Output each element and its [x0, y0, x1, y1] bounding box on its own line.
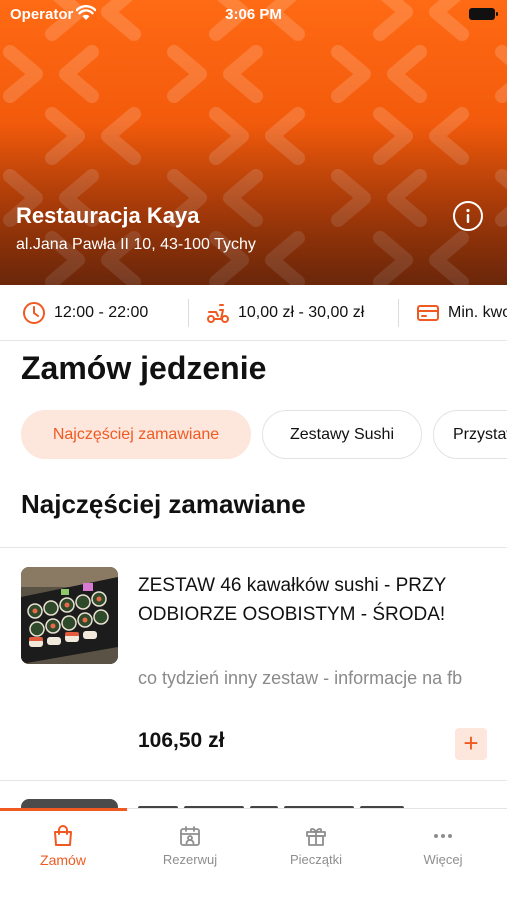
clock-icon	[23, 302, 45, 324]
shopping-bag-icon	[54, 825, 72, 846]
restaurant-header: Operator 3:06 PM Restauracja Kaya al.Jan…	[0, 0, 507, 285]
battery-icon	[469, 8, 498, 20]
gift-icon	[306, 827, 326, 846]
delivery-cost-text: 10,00 zł - 30,00 zł	[238, 304, 365, 321]
product-description: co tydzień inny zestaw - informacje na f…	[138, 668, 463, 688]
page-title: Zamów jedzenie	[21, 350, 267, 386]
chevron-pattern-shape	[495, 45, 507, 103]
product-card[interactable]: ZESTAW 46 kawałków sushi - PRZY ODBIORZE…	[0, 548, 507, 780]
chevron-pattern-shape	[331, 45, 371, 103]
category-tab-starters[interactable]: Przystawki	[433, 410, 507, 459]
restaurant-info-strip: 12:00 - 22:00 10,00 zł - 30,00 zł Min. k…	[0, 285, 507, 341]
chevron-pattern-shape	[167, 45, 207, 103]
status-bar: Operator 3:06 PM	[0, 0, 507, 30]
info-icon[interactable]	[453, 201, 483, 231]
tab-stamps[interactable]: Pieczątki	[253, 809, 379, 900]
chevron-pattern-shape	[59, 45, 99, 103]
opening-hours-text: 12:00 - 22:00	[54, 304, 149, 321]
calendar-person-icon	[180, 826, 200, 846]
status-time: 3:06 PM	[225, 6, 282, 23]
tab-order[interactable]: Zamów	[0, 809, 126, 900]
separator	[188, 299, 189, 327]
restaurant-name: Restauracja Kaya	[16, 203, 200, 228]
chevron-pattern-shape	[387, 45, 427, 103]
tab-label: Rezerwuj	[162, 852, 218, 867]
category-tabs: Najczęściej zamawiane Zestawy Sushi Przy…	[0, 410, 507, 460]
tab-label: Zamów	[40, 852, 86, 868]
chevron-pattern-shape	[223, 45, 263, 103]
chevron-pattern-shape	[3, 45, 43, 103]
scooter-icon	[207, 304, 229, 323]
section-title: Najczęściej zamawiane	[21, 489, 306, 519]
product-image	[21, 567, 118, 664]
product-price: 106,50 zł	[138, 729, 225, 752]
bottom-tab-bar: Zamów Rezerwuj Pieczątki Więcej	[0, 808, 507, 900]
delivery-cost: 10,00 zł - 30,00 zł	[206, 285, 365, 340]
separator	[398, 299, 399, 327]
credit-card-icon	[417, 305, 439, 321]
minimum-order: Min. kwota	[416, 285, 507, 340]
opening-hours: 12:00 - 22:00	[22, 285, 149, 340]
restaurant-address: al.Jana Pawła II 10, 43-100 Tychy	[16, 236, 256, 253]
product-name: ZESTAW 46 kawałków sushi - PRZY ODBIORZE…	[138, 575, 446, 625]
category-tab-sushi-sets[interactable]: Zestawy Sushi	[262, 410, 422, 459]
category-tab-most-ordered[interactable]: Najczęściej zamawiane	[21, 410, 251, 459]
minimum-order-text: Min. kwota	[448, 304, 507, 321]
tab-label: Więcej	[423, 852, 463, 867]
tab-more[interactable]: Więcej	[380, 809, 506, 900]
add-to-cart-button[interactable]: +	[455, 728, 487, 760]
tab-reserve[interactable]: Rezerwuj	[127, 809, 253, 900]
next-product-card[interactable]	[0, 781, 507, 811]
more-dots-icon	[434, 834, 452, 838]
tab-label: Pieczątki	[289, 852, 343, 867]
